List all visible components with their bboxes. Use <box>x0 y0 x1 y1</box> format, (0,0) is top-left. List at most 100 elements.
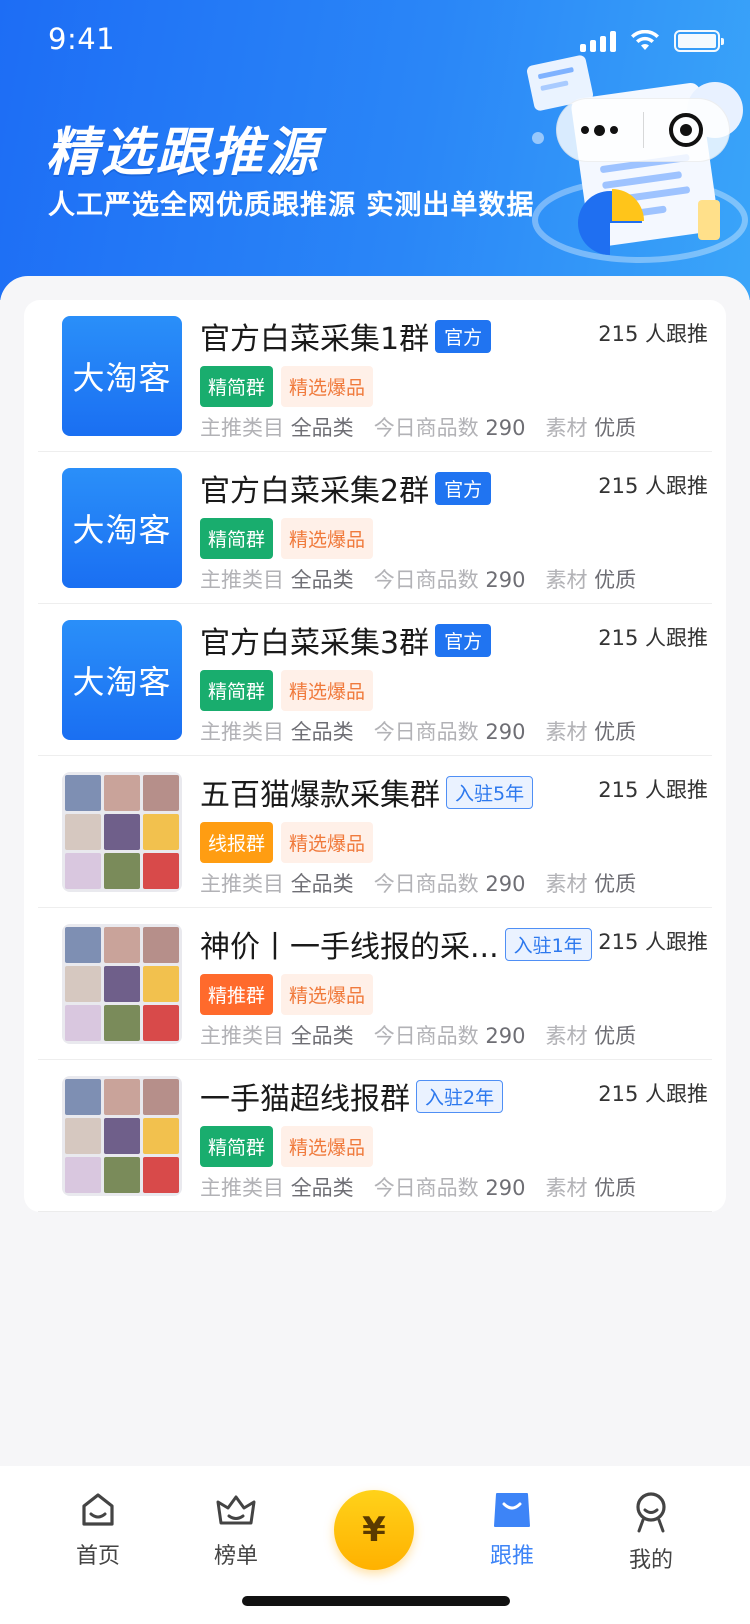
main-category: 主推类目 全品类 <box>200 716 354 746</box>
official-badge: 官方 <box>435 319 492 353</box>
group-list-item[interactable]: 大淘客 官方白菜采集2群 官方 215 人跟推 精简群 精选爆品 主推类目 全品类 今日商品数… <box>38 452 712 604</box>
main-category-label: 主推类目 <box>200 1176 284 1200</box>
group-list-item[interactable]: 一手猫超线报群 入驻2年 215 人跟推精简群 精选爆品主推类目 全品类 今日商品数 2… <box>38 1060 712 1212</box>
group-list: 大淘客 官方白菜采集1群 官方 215 人跟推 精简群 精选爆品 主推类目 全品类 今日商品数… <box>24 300 726 1212</box>
group-logo-text: 大淘客 <box>72 359 172 397</box>
tenure-badge: 入驻1年 <box>504 927 592 961</box>
group-logo-text: 大淘客 <box>72 663 172 701</box>
status-icons <box>580 30 724 52</box>
group-tag: 精选爆品 <box>281 1126 374 1167</box>
yuan-icon: ¥ <box>362 1510 386 1550</box>
main-category-value: 全品类 <box>290 872 354 896</box>
close-miniprogram-icon[interactable] <box>644 113 730 147</box>
group-list-item[interactable]: 大淘客 官方白菜采集1群 官方 215 人跟推 精简群 精选爆品 主推类目 全品类 今日商品数… <box>38 300 712 452</box>
official-badge: 官方 <box>435 623 492 657</box>
official-badge: 官方 <box>435 471 492 505</box>
coin-center-button[interactable]: ¥ <box>334 1490 414 1570</box>
group-stats: 主推类目 全品类 今日商品数 290 素材 优质 <box>200 716 636 746</box>
today-product-count: 今日商品数 290 <box>374 1172 526 1202</box>
group-logo: 大淘客 <box>62 620 182 740</box>
group-stats: 主推类目 全品类 今日商品数 290 素材 优质 <box>200 1020 636 1050</box>
today-product-count-value: 290 <box>485 568 526 592</box>
main-category-label: 主推类目 <box>200 416 284 440</box>
material-quality: 素材 优质 <box>545 412 636 442</box>
group-name: 神价丨一手线报的采... <box>200 930 499 965</box>
group-logo: 大淘客 <box>62 468 182 588</box>
main-category-value: 全品类 <box>290 568 354 592</box>
material-quality: 素材 优质 <box>545 1172 636 1202</box>
material-quality-value: 优质 <box>594 872 637 896</box>
group-title-row: 官方白菜采集1群 官方 <box>200 314 492 358</box>
main-category: 主推类目 全品类 <box>200 1020 354 1050</box>
user-icon <box>636 1492 666 1533</box>
group-tag: 精简群 <box>200 1126 274 1167</box>
material-quality-value: 优质 <box>594 1024 637 1048</box>
group-tag: 精选爆品 <box>281 974 374 1015</box>
material-quality: 素材 优质 <box>545 1020 636 1050</box>
group-tags: 精简群 精选爆品 <box>200 518 374 559</box>
tab-home[interactable]: 首页 <box>38 1490 158 1570</box>
today-product-count: 今日商品数 290 <box>374 1020 526 1050</box>
group-tag: 精简群 <box>200 366 274 407</box>
crown-icon <box>216 1495 256 1525</box>
group-list-item[interactable]: 大淘客 官方白菜采集3群 官方 215 人跟推 精简群 精选爆品 主推类目 全品类 今日商品数… <box>38 604 712 756</box>
group-title-row: 一手猫超线报群 入驻2年 <box>200 1074 504 1118</box>
follower-count: 215 人跟推 <box>598 474 708 498</box>
material-quality-label: 素材 <box>545 1024 588 1048</box>
material-quality: 素材 优质 <box>545 564 636 594</box>
main-category-label: 主推类目 <box>200 1024 284 1048</box>
group-tags: 精简群 精选爆品 <box>200 366 374 407</box>
document-chart-illustration <box>526 55 748 263</box>
main-category-value: 全品类 <box>290 720 354 744</box>
shopping-bag-icon <box>494 1493 530 1527</box>
group-stats: 主推类目 全品类 今日商品数 290 素材 优质 <box>200 1172 636 1202</box>
group-logo: 大淘客 <box>62 316 182 436</box>
today-product-count-label: 今日商品数 <box>373 416 479 440</box>
material-quality-label: 素材 <box>545 720 588 744</box>
group-name: 一手猫超线报群 <box>200 1082 410 1117</box>
home-icon <box>82 1493 114 1526</box>
main-category: 主推类目 全品类 <box>200 412 354 442</box>
follower-count: 215 人跟推 <box>598 1082 708 1106</box>
group-list-item[interactable]: 神价丨一手线报的采... 入驻1年 215 人跟推精推群 精选爆品主推类目 全品类 今日… <box>38 908 712 1060</box>
main-category-value: 全品类 <box>290 416 354 440</box>
today-product-count-value: 290 <box>485 1176 526 1200</box>
group-logo-text: 大淘客 <box>72 511 172 549</box>
group-title-row: 神价丨一手线报的采... 入驻1年 <box>200 922 592 966</box>
group-tag: 精推群 <box>200 974 274 1015</box>
material-quality: 素材 优质 <box>545 868 636 898</box>
page-title: 精选跟推源 <box>46 123 322 183</box>
today-product-count-label: 今日商品数 <box>373 872 479 896</box>
more-icon[interactable] <box>557 124 643 136</box>
tab-follow-label: 跟推 <box>489 1544 534 1569</box>
group-list-item[interactable]: 五百猫爆款采集群 入驻5年 215 人跟推 线报群 精选爆品 主推类目 全品类 今日商品数 … <box>38 756 712 908</box>
group-title-row: 官方白菜采集2群 官方 <box>200 466 492 510</box>
tab-rank[interactable]: 榜单 <box>176 1490 296 1570</box>
follower-count: 215 人跟推 <box>598 930 708 954</box>
main-category: 主推类目 全品类 <box>200 564 354 594</box>
tab-mine[interactable]: 我的 <box>591 1490 711 1574</box>
header-banner: 9:41 精选跟推源 人工严选全网优质跟推源 实测出单数据 <box>0 0 750 300</box>
group-avatar-grid <box>62 772 182 892</box>
main-category-label: 主推类目 <box>200 720 284 744</box>
main-category: 主推类目 全品类 <box>200 868 354 898</box>
today-product-count-value: 290 <box>485 720 526 744</box>
tenure-badge: 入驻2年 <box>416 1079 504 1113</box>
main-category-label: 主推类目 <box>200 872 284 896</box>
material-quality-label: 素材 <box>545 1176 588 1200</box>
main-category-label: 主推类目 <box>200 568 284 592</box>
tab-rank-label: 榜单 <box>213 1544 258 1569</box>
main-category: 主推类目 全品类 <box>200 1172 354 1202</box>
main-category-value: 全品类 <box>290 1024 354 1048</box>
material-quality: 素材 优质 <box>545 716 636 746</box>
material-quality-label: 素材 <box>545 872 588 896</box>
today-product-count: 今日商品数 290 <box>374 412 526 442</box>
signal-icon <box>580 30 616 52</box>
today-product-count-label: 今日商品数 <box>373 720 479 744</box>
group-tag: 精选爆品 <box>281 518 374 559</box>
group-stats: 主推类目 全品类 今日商品数 290 素材 优质 <box>200 868 636 898</box>
follower-count: 215 人跟推 <box>598 778 708 802</box>
group-tag: 精选爆品 <box>281 670 374 711</box>
tab-follow[interactable]: 跟推 <box>452 1490 572 1570</box>
main-category-value: 全品类 <box>290 1176 354 1200</box>
